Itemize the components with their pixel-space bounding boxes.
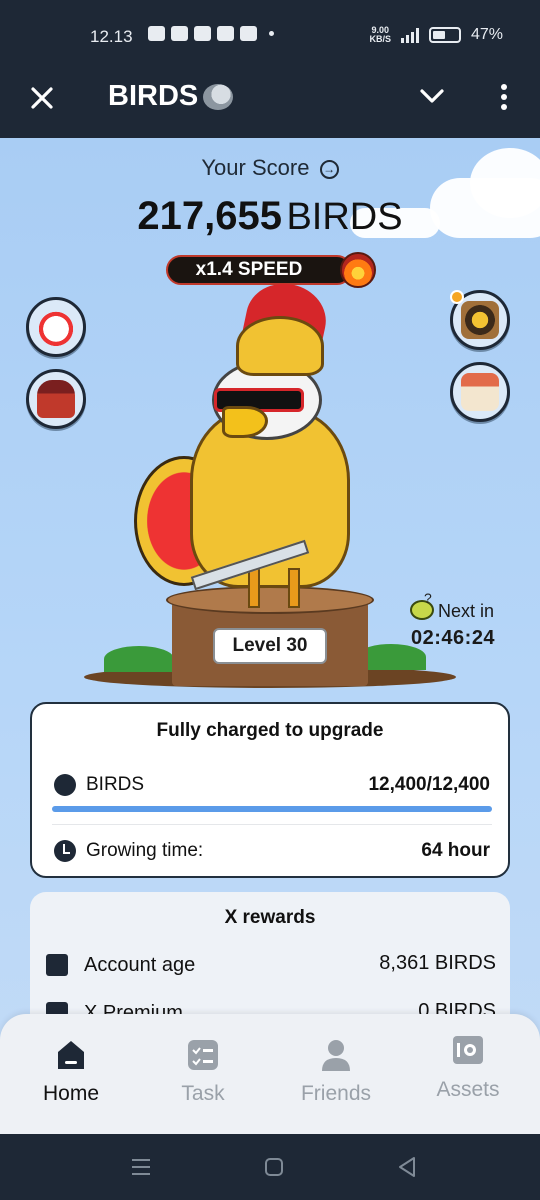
- birds-value: 12,400/12,400: [368, 774, 490, 795]
- more-notifications-dot-icon: [269, 31, 274, 36]
- question-mark-icon: ?: [424, 590, 432, 606]
- app-title: BIRDS: [108, 80, 199, 112]
- system-nav-bar: [0, 1134, 540, 1200]
- reward-row: Account age 8,361 BIRDS: [30, 952, 510, 982]
- status-bar: 12.13 9.00 KB/S 47%: [0, 0, 540, 64]
- calendar-icon: [46, 954, 68, 976]
- upgrade-card[interactable]: Fully charged to upgrade BIRDS 12,400/12…: [30, 702, 510, 878]
- birds-label: BIRDS: [86, 774, 145, 795]
- helmet: [236, 316, 324, 376]
- youtube-icon: [171, 26, 188, 41]
- recents-icon[interactable]: [128, 1154, 154, 1180]
- app-icon: [240, 26, 257, 41]
- youtube-icon: [217, 26, 234, 41]
- tab-home[interactable]: Home: [16, 1038, 126, 1118]
- bird-emoji-icon: [203, 84, 233, 110]
- tab-label: Assets: [436, 1078, 500, 1101]
- home-icon: [55, 1038, 87, 1072]
- level-badge[interactable]: Level 30: [213, 628, 327, 664]
- score-display: 217,655 BIRDS: [0, 194, 540, 239]
- clock-icon: [54, 840, 76, 862]
- score-value: 217,655: [137, 194, 282, 238]
- status-time: 12.13: [90, 27, 133, 46]
- friends-icon: [320, 1038, 352, 1072]
- telegram-icon: [148, 26, 165, 41]
- more-vertical-icon[interactable]: [494, 82, 514, 112]
- next-in-label: Next in: [438, 601, 495, 621]
- youtube-icon: [194, 26, 211, 41]
- tab-label: Home: [42, 1082, 100, 1105]
- arrow-right-circle-icon[interactable]: →: [319, 160, 339, 179]
- grass: [104, 646, 174, 672]
- upgrade-progress-fill: [52, 806, 492, 812]
- barn-icon: [37, 380, 75, 418]
- signal-icon: [400, 27, 419, 43]
- bird-legs: [230, 568, 320, 614]
- upgrade-progress-bar: [52, 806, 492, 812]
- fire-icon: [340, 252, 376, 288]
- shop-icon: [461, 373, 499, 411]
- shop-button[interactable]: [450, 362, 510, 422]
- bird-avatar-icon: [37, 308, 75, 346]
- chevron-down-icon[interactable]: [418, 82, 446, 110]
- reward-value: 8,361 BIRDS: [379, 952, 496, 974]
- safe-icon: [452, 1034, 484, 1068]
- bird-icon: [54, 774, 76, 796]
- battery-percent: 47%: [470, 26, 503, 43]
- speed-badge[interactable]: x1.4 SPEED: [166, 255, 352, 285]
- next-in-timer: 02:46:24: [411, 627, 496, 649]
- score-unit: BIRDS: [286, 196, 403, 238]
- back-icon[interactable]: [394, 1154, 420, 1180]
- game-area: Your Score → 217,655 BIRDS x1.4 SPEED Le…: [0, 138, 540, 1133]
- notification-dot-icon: [450, 290, 464, 304]
- bird-avatar-button[interactable]: [26, 297, 86, 357]
- reward-label: Account age: [84, 954, 196, 976]
- upgrade-title: Fully charged to upgrade: [156, 720, 384, 741]
- score-label[interactable]: Your Score →: [0, 155, 540, 181]
- bottom-tab-bar: Home Task Friends Assets: [0, 1014, 540, 1134]
- app-bar: BIRDS: [0, 64, 540, 138]
- divider: [52, 824, 492, 825]
- tab-task[interactable]: Task: [148, 1038, 258, 1118]
- tab-friends[interactable]: Friends: [281, 1038, 391, 1118]
- tab-label: Task: [181, 1082, 225, 1105]
- tab-assets[interactable]: Assets: [413, 1034, 523, 1114]
- star-frame-icon: [461, 301, 499, 339]
- task-icon: [187, 1038, 219, 1072]
- x-rewards-title: X rewards: [224, 907, 316, 928]
- battery-icon: [428, 27, 461, 43]
- barn-button[interactable]: [26, 369, 86, 429]
- notification-icons: [148, 26, 274, 41]
- tab-label: Friends: [300, 1082, 372, 1105]
- network-speed: 9.00 KB/S: [369, 25, 391, 44]
- growing-time-value: 64 hour: [421, 840, 490, 861]
- home-nav-icon[interactable]: [261, 1154, 287, 1180]
- close-icon[interactable]: [26, 82, 58, 114]
- status-right: 9.00 KB/S 47%: [369, 26, 503, 44]
- growing-time-label: Growing time:: [86, 840, 204, 861]
